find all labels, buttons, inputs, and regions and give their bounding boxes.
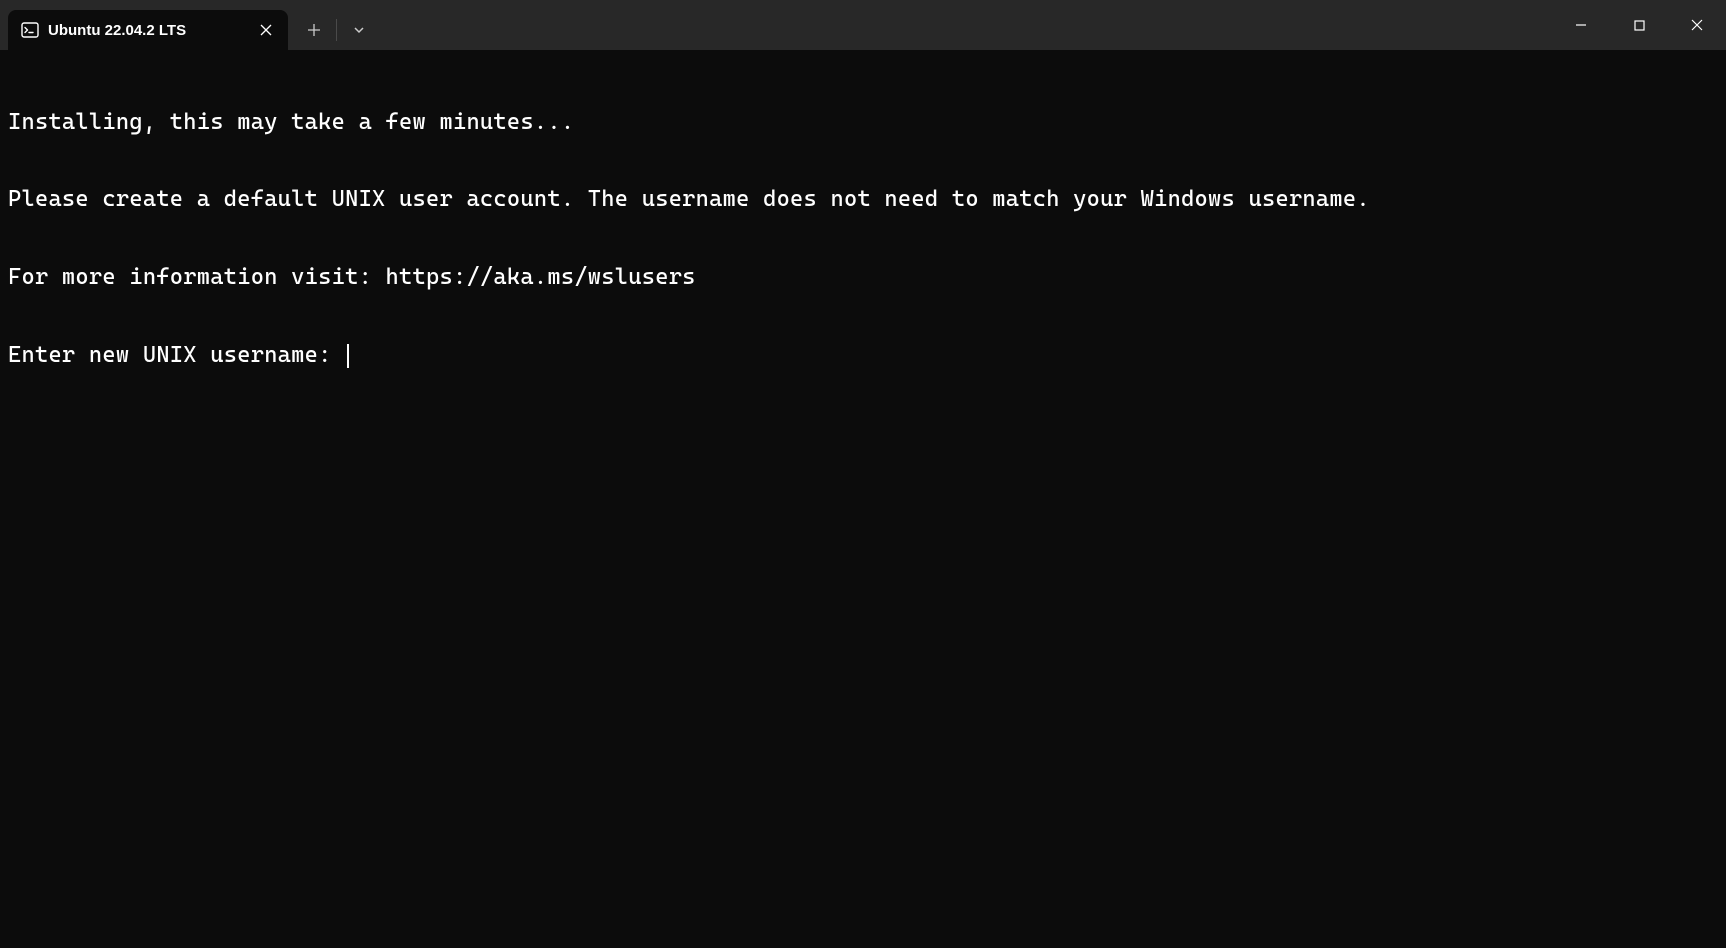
new-tab-button[interactable] (294, 10, 334, 50)
terminal-prompt-text: Enter new UNIX username: (8, 342, 345, 368)
tab-action-divider (336, 19, 337, 41)
terminal-panel[interactable]: Installing, this may take a few minutes.… (0, 50, 1726, 402)
tab-actions (294, 0, 379, 50)
tab-dropdown-button[interactable] (339, 10, 379, 50)
window-controls (1552, 0, 1726, 50)
terminal-output-line: For more information visit: https://aka.… (8, 265, 1718, 291)
minimize-button[interactable] (1552, 0, 1610, 50)
tab-ubuntu[interactable]: Ubuntu 22.04.2 LTS (8, 10, 288, 50)
terminal-prompt-line: Enter new UNIX username: (8, 343, 1718, 369)
tab-close-button[interactable] (256, 20, 276, 40)
maximize-button[interactable] (1610, 0, 1668, 50)
terminal-cursor (347, 344, 349, 368)
terminal-output-line: Please create a default UNIX user accoun… (8, 187, 1718, 213)
tab-strip: Ubuntu 22.04.2 LTS (0, 0, 288, 50)
titlebar: Ubuntu 22.04.2 LTS (0, 0, 1726, 50)
terminal-icon (20, 20, 40, 40)
close-button[interactable] (1668, 0, 1726, 50)
terminal-output-line: Installing, this may take a few minutes.… (8, 110, 1718, 136)
tab-title: Ubuntu 22.04.2 LTS (48, 22, 248, 39)
